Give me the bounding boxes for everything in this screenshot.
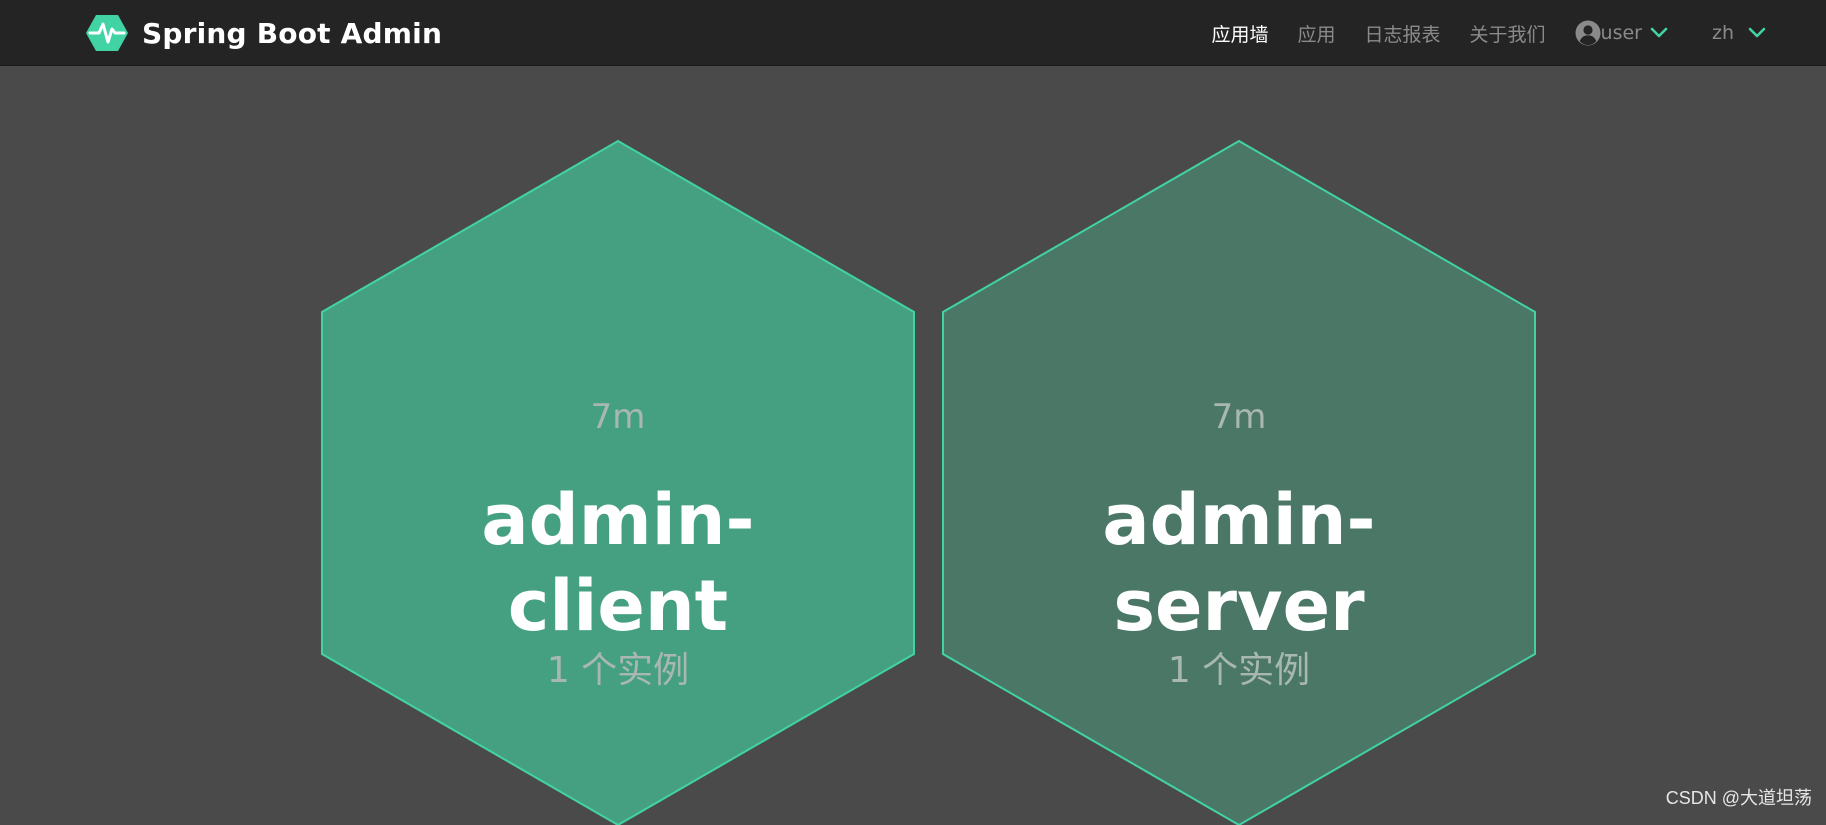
watermark-text: CSDN @大道坦荡 (1666, 784, 1812, 810)
app-hexagon-admin-server[interactable]: 7m admin- server 1 个实例 (943, 141, 1535, 825)
brand-link[interactable]: Spring Boot Admin (86, 13, 442, 53)
brand-title: Spring Boot Admin (142, 17, 442, 50)
app-tile-content: 7m admin- client 1 个实例 (322, 141, 914, 825)
user-name: user (1601, 22, 1642, 44)
nav-item-journal[interactable]: 日志报表 (1365, 20, 1441, 47)
heartbeat-hexagon-icon (86, 13, 128, 53)
app-tile-content: 7m admin- server 1 个实例 (943, 141, 1535, 825)
app-name: admin- server (943, 477, 1535, 649)
app-name-line: admin- (943, 477, 1535, 563)
chevron-down-icon (1650, 27, 1668, 39)
language-dropdown[interactable]: zh (1712, 22, 1766, 44)
app-instance-count: 1 个实例 (322, 649, 914, 693)
chevron-down-icon (1748, 27, 1766, 39)
app-name-line: server (943, 563, 1535, 649)
app-name: admin- client (322, 477, 914, 649)
app-instance-count: 1 个实例 (943, 649, 1535, 693)
nav-item-about[interactable]: 关于我们 (1470, 20, 1546, 47)
nav-menu: 应用墙 应用 日志报表 关于我们 user zh (1182, 0, 1766, 66)
language-label: zh (1712, 22, 1734, 44)
nav-item-wallboard[interactable]: 应用墙 (1211, 20, 1268, 47)
app-uptime: 7m (322, 397, 914, 437)
app-uptime: 7m (943, 397, 1535, 437)
nav-item-applications[interactable]: 应用 (1297, 20, 1335, 47)
application-wallboard: 7m admin- client 1 个实例 7m admin- server … (0, 66, 1826, 818)
app-name-line: admin- (322, 477, 914, 563)
user-menu-dropdown[interactable]: user (1575, 20, 1668, 46)
user-circle-icon (1575, 20, 1601, 46)
app-name-line: client (322, 563, 914, 649)
top-navbar: Spring Boot Admin 应用墙 应用 日志报表 关于我们 user … (0, 0, 1826, 66)
app-hexagon-admin-client[interactable]: 7m admin- client 1 个实例 (322, 141, 914, 825)
